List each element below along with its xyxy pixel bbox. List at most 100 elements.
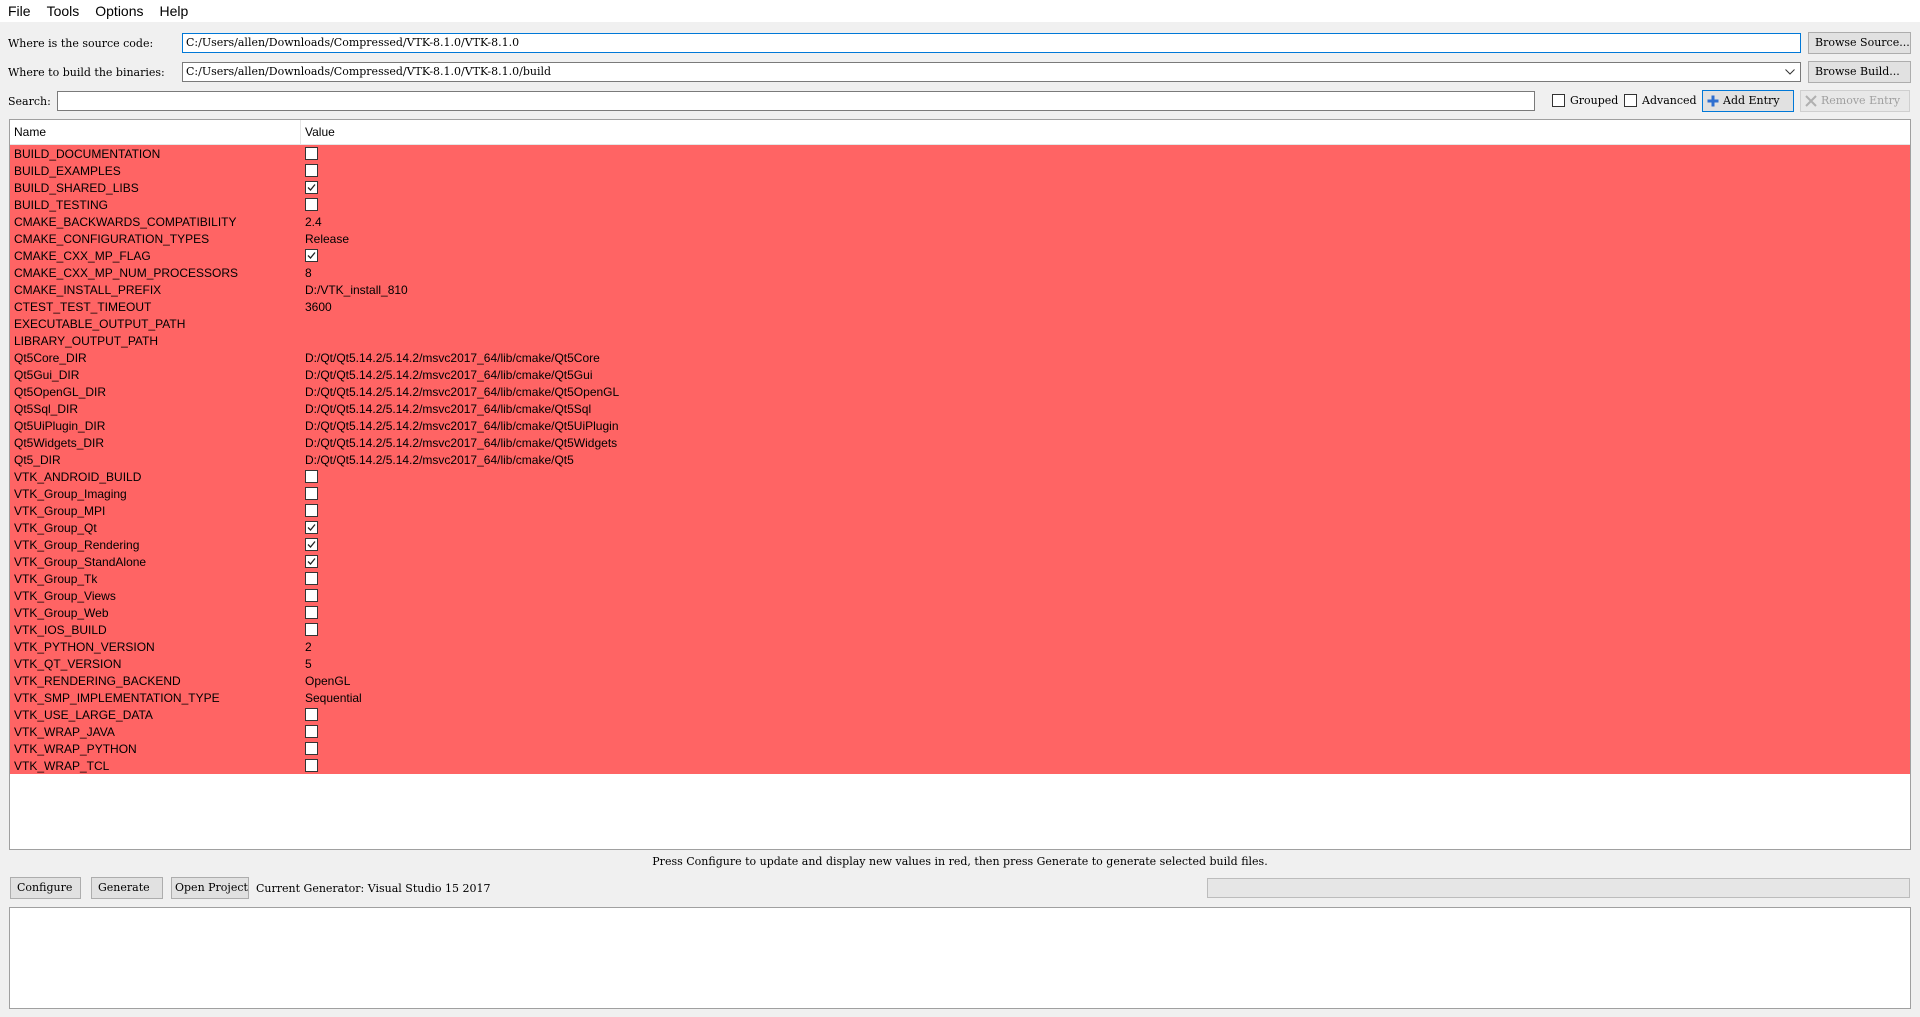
cell-name: VTK_Group_Views [14,588,116,603]
table-row[interactable]: VTK_Group_Web [10,604,1910,621]
build-path-combo[interactable]: C:/Users/allen/Downloads/Compressed/VTK-… [182,62,1801,82]
table-row[interactable]: VTK_PYTHON_VERSION 2 [10,638,1910,655]
table-row[interactable]: VTK_RENDERING_BACKEND OpenGL [10,672,1910,689]
remove-entry-button[interactable]: Remove Entry [1800,90,1910,112]
table-row[interactable]: CMAKE_CXX_MP_NUM_PROCESSORS 8 [10,264,1910,281]
cell-value-bool [301,181,318,194]
table-row[interactable]: CMAKE_CONFIGURATION_TYPES Release [10,230,1910,247]
plus-icon [1707,95,1719,107]
table-row[interactable]: Qt5Widgets_DIR D:/Qt/Qt5.14.2/5.14.2/msvc… [10,434,1910,451]
table-row[interactable]: VTK_SMP_IMPLEMENTATION_TYPE Sequential [10,689,1910,706]
search-input[interactable] [57,91,1535,111]
table-row[interactable]: VTK_Group_Imaging [10,485,1910,502]
unchecked-checkbox-icon[interactable] [305,572,318,585]
unchecked-checkbox-icon[interactable] [305,708,318,721]
table-row[interactable]: VTK_WRAP_JAVA [10,723,1910,740]
table-row[interactable]: VTK_USE_LARGE_DATA [10,706,1910,723]
chevron-down-icon[interactable] [1782,64,1798,80]
advanced-checkbox-box[interactable] [1624,94,1637,107]
cell-name: CMAKE_INSTALL_PREFIX [14,282,162,297]
table-row[interactable]: EXECUTABLE_OUTPUT_PATH [10,315,1910,332]
table-row[interactable]: VTK_QT_VERSION 5 [10,655,1910,672]
table-row[interactable]: CMAKE_INSTALL_PREFIX D:/VTK_install_810 [10,281,1910,298]
open-project-button[interactable]: Open Project [171,877,249,899]
table-row[interactable]: VTK_Group_Qt [10,519,1910,536]
checked-checkbox-icon[interactable] [305,555,318,568]
advanced-checkbox[interactable]: Advanced [1624,94,1697,107]
checked-checkbox-icon[interactable] [305,181,318,194]
table-row[interactable]: Qt5Sql_DIR D:/Qt/Qt5.14.2/5.14.2/msvc2017… [10,400,1910,417]
column-header-name[interactable]: Name [10,120,301,144]
unchecked-checkbox-icon[interactable] [305,198,318,211]
table-row[interactable]: Qt5OpenGL_DIR D:/Qt/Qt5.14.2/5.14.2/msvc2… [10,383,1910,400]
cell-name: VTK_WRAP_JAVA [14,724,115,739]
cell-value-bool [301,759,318,772]
configure-button[interactable]: Configure [10,877,81,899]
browse-build-button[interactable]: Browse Build... [1808,61,1911,83]
table-row[interactable]: BUILD_DOCUMENTATION [10,145,1910,162]
table-row[interactable]: VTK_Group_MPI [10,502,1910,519]
unchecked-checkbox-icon[interactable] [305,470,318,483]
cell-value-bool [301,572,318,585]
table-row[interactable]: VTK_WRAP_TCL [10,757,1910,774]
unchecked-checkbox-icon[interactable] [305,504,318,517]
table-row[interactable]: BUILD_TESTING [10,196,1910,213]
remove-entry-label: Remove Entry [1821,94,1901,107]
menu-file[interactable]: File [0,0,39,22]
table-row[interactable]: VTK_Group_Rendering [10,536,1910,553]
cell-value-text: D:/Qt/Qt5.14.2/5.14.2/msvc2017_64/lib/cm… [305,401,592,416]
table-row[interactable]: Qt5Core_DIR D:/Qt/Qt5.14.2/5.14.2/msvc201… [10,349,1910,366]
table-row[interactable]: VTK_Group_StandAlone [10,553,1910,570]
unchecked-checkbox-icon[interactable] [305,487,318,500]
cell-name: CMAKE_CONFIGURATION_TYPES [14,231,210,246]
cell-name: BUILD_DOCUMENTATION [14,146,161,161]
unchecked-checkbox-icon[interactable] [305,589,318,602]
table-row[interactable]: VTK_Group_Tk [10,570,1910,587]
cell-value-bool [301,487,318,500]
table-row[interactable]: BUILD_EXAMPLES [10,162,1910,179]
table-row[interactable]: CTEST_TEST_TIMEOUT 3600 [10,298,1910,315]
cell-name: VTK_Group_Tk [14,571,98,586]
cell-value-text: D:/Qt/Qt5.14.2/5.14.2/msvc2017_64/lib/cm… [305,435,618,450]
grouped-checkbox-box[interactable] [1552,94,1565,107]
unchecked-checkbox-icon[interactable] [305,742,318,755]
unchecked-checkbox-icon[interactable] [305,725,318,738]
table-row[interactable]: VTK_IOS_BUILD [10,621,1910,638]
grouped-checkbox[interactable]: Grouped [1552,94,1618,107]
unchecked-checkbox-icon[interactable] [305,606,318,619]
cell-value-text: 3600 [305,299,332,314]
unchecked-checkbox-icon[interactable] [305,759,318,772]
table-row[interactable]: Qt5_DIR D:/Qt/Qt5.14.2/5.14.2/msvc2017_64… [10,451,1910,468]
table-row[interactable]: Qt5Gui_DIR D:/Qt/Qt5.14.2/5.14.2/msvc2017… [10,366,1910,383]
table-row[interactable]: Qt5UiPlugin_DIR D:/Qt/Qt5.14.2/5.14.2/msv… [10,417,1910,434]
checked-checkbox-icon[interactable] [305,521,318,534]
table-row[interactable]: CMAKE_CXX_MP_FLAG [10,247,1910,264]
table-row[interactable]: CMAKE_BACKWARDS_COMPATIBILITY 2.4 [10,213,1910,230]
add-entry-label: Add Entry [1723,94,1780,107]
cell-name: VTK_PYTHON_VERSION [14,639,155,654]
search-label: Search: [8,95,51,108]
cell-value-bool [301,606,318,619]
column-header-value[interactable]: Value [301,120,335,144]
menu-tools[interactable]: Tools [39,0,88,22]
unchecked-checkbox-icon[interactable] [305,164,318,177]
table-row[interactable]: VTK_WRAP_PYTHON [10,740,1910,757]
menu-options[interactable]: Options [87,0,151,22]
checked-checkbox-icon[interactable] [305,538,318,551]
menu-help[interactable]: Help [152,0,197,22]
table-row[interactable]: LIBRARY_OUTPUT_PATH [10,332,1910,349]
progress-bar [1207,878,1910,898]
unchecked-checkbox-icon[interactable] [305,623,318,636]
generate-button[interactable]: Generate [91,877,163,899]
output-log[interactable] [9,907,1911,1009]
table-row[interactable]: VTK_Group_Views [10,587,1910,604]
remove-icon [1805,95,1817,107]
checked-checkbox-icon[interactable] [305,249,318,262]
browse-source-button[interactable]: Browse Source... [1808,32,1911,54]
source-path-input[interactable]: C:/Users/allen/Downloads/Compressed/VTK-… [182,33,1801,53]
unchecked-checkbox-icon[interactable] [305,147,318,160]
cell-value-bool [301,623,318,636]
table-row[interactable]: BUILD_SHARED_LIBS [10,179,1910,196]
add-entry-button[interactable]: Add Entry [1702,90,1794,112]
table-row[interactable]: VTK_ANDROID_BUILD [10,468,1910,485]
